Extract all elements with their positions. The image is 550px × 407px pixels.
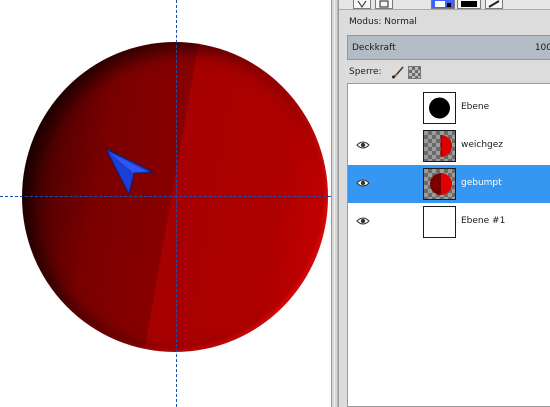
- panel-divider[interactable]: [331, 0, 338, 407]
- vertical-guide[interactable]: [176, 0, 177, 407]
- opacity-slider[interactable]: Deckkraft 100: [347, 35, 550, 60]
- layer-row-weichgez[interactable]: weichgez: [348, 127, 550, 165]
- dock-tabs: [339, 0, 550, 10]
- red-circle: [22, 42, 328, 352]
- layers-tool-icon[interactable]: [431, 0, 455, 9]
- layers-panel: Modus: Normal Deckkraft 100 Sperre: Eben…: [338, 0, 550, 407]
- lock-alpha-icon[interactable]: [408, 66, 421, 79]
- arrow-pointer-icon: [104, 147, 154, 196]
- layer-name[interactable]: weichgez: [461, 140, 503, 150]
- layer-row-ebene-1[interactable]: Ebene #1: [348, 203, 550, 241]
- layer-row-gebumpt[interactable]: gebumpt: [348, 165, 550, 203]
- mode-label: Modus:: [349, 17, 382, 27]
- layer-thumbnail: [423, 168, 456, 200]
- layer-thumbnail: [423, 130, 456, 162]
- eye-icon[interactable]: [356, 215, 370, 227]
- move-tool-icon[interactable]: [353, 0, 371, 9]
- mode-value[interactable]: Normal: [384, 17, 417, 27]
- gradient-tool-icon[interactable]: [457, 0, 481, 9]
- eye-icon[interactable]: [356, 177, 370, 189]
- brush-tool-icon[interactable]: [485, 0, 503, 9]
- layer-row-ebene[interactable]: Ebene: [348, 89, 550, 127]
- lock-pixels-icon[interactable]: [391, 65, 405, 79]
- layer-name[interactable]: Ebene: [461, 102, 489, 112]
- mode-row[interactable]: Modus: Normal: [349, 17, 417, 27]
- paths-tool-icon[interactable]: [375, 0, 393, 9]
- opacity-label: Deckkraft: [352, 43, 396, 53]
- opacity-value[interactable]: 100: [535, 43, 550, 53]
- horizontal-guide[interactable]: [0, 196, 331, 197]
- layer-name[interactable]: Ebene #1: [461, 216, 505, 226]
- image-canvas[interactable]: [0, 0, 331, 407]
- layer-name[interactable]: gebumpt: [461, 178, 502, 188]
- layer-thumbnail: [423, 206, 456, 238]
- layer-thumbnail: [423, 92, 456, 124]
- eye-icon[interactable]: [356, 139, 370, 151]
- lock-label: Sperre:: [349, 67, 382, 77]
- layer-list: Ebene weichgez gebumpt Ebene #1: [347, 83, 550, 407]
